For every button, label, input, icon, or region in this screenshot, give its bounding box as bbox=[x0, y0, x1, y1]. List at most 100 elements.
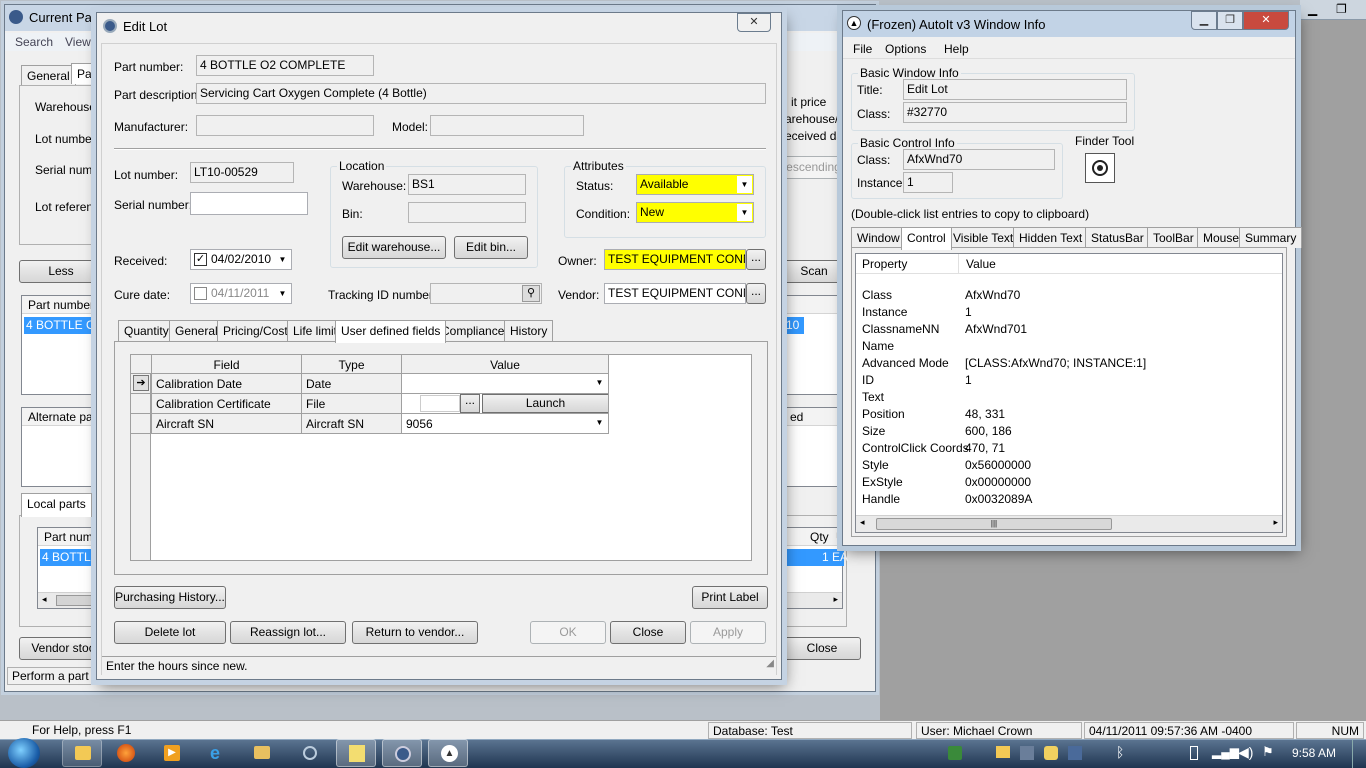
property-row[interactable]: Advanced Mode [CLASS:AfxWnd70; INSTANCE:1… bbox=[862, 356, 1282, 373]
tab-statusbar[interactable]: StatusBar bbox=[1085, 227, 1150, 248]
grid-header-type[interactable]: Type bbox=[301, 355, 401, 374]
serial-number-input[interactable] bbox=[190, 192, 308, 215]
scroll-thumb[interactable] bbox=[56, 595, 96, 606]
cure-date-checkbox[interactable] bbox=[194, 287, 207, 300]
property-row[interactable]: ExStyle 0x00000000 bbox=[862, 475, 1282, 492]
property-row[interactable]: Handle 0x0032089A bbox=[862, 492, 1282, 509]
scroll-thumb[interactable]: ||| bbox=[876, 518, 1112, 530]
grid-row[interactable]: Aircraft SN Aircraft SN 9056 ▼ bbox=[131, 414, 609, 434]
maximize-icon[interactable]: ❐ bbox=[1336, 2, 1347, 16]
cure-date-picker[interactable]: 04/11/2011 ▼ bbox=[190, 283, 292, 304]
property-row[interactable]: Class AfxWnd70 bbox=[862, 288, 1282, 305]
tab-local-parts[interactable]: Local parts bbox=[21, 493, 92, 517]
tab-pricing-cost[interactable]: Pricing/Cost bbox=[217, 320, 294, 341]
condition-select[interactable]: New ▼ bbox=[636, 202, 754, 223]
grid-header-value[interactable]: Value bbox=[401, 355, 609, 374]
reassign-lot-button[interactable]: Reassign lot... bbox=[230, 621, 346, 644]
value-column-header[interactable]: Value bbox=[966, 257, 996, 271]
chevron-down-icon[interactable]: ▼ bbox=[275, 285, 290, 302]
control-class-field[interactable]: AfxWnd70 bbox=[903, 149, 1055, 170]
grid-row[interactable]: Calibration Certificate File ... Launch bbox=[131, 394, 609, 414]
calibration-certificate-file[interactable]: ... Launch bbox=[401, 394, 609, 413]
tab-toolbar[interactable]: ToolBar bbox=[1147, 227, 1200, 248]
minimize-icon[interactable]: ▁ bbox=[1308, 2, 1317, 16]
taskbar-active-app-icon[interactable] bbox=[336, 739, 376, 767]
chevron-down-icon[interactable]: ▼ bbox=[737, 204, 752, 221]
status-select[interactable]: Available ▼ bbox=[636, 174, 754, 195]
tab-control[interactable]: Control bbox=[901, 227, 952, 250]
property-row[interactable]: Size 600, 186 bbox=[862, 424, 1282, 441]
chevron-down-icon[interactable]: ▼ bbox=[592, 414, 607, 431]
purchasing-history-button[interactable]: Purchasing History... bbox=[114, 586, 226, 609]
property-row[interactable]: Style 0x56000000 bbox=[862, 458, 1282, 475]
aircraft-sn-select[interactable]: 9056 ▼ bbox=[401, 414, 609, 433]
tab-user-defined-fields[interactable]: User defined fields bbox=[335, 320, 447, 343]
taskbar-ie-icon[interactable]: e bbox=[198, 739, 238, 767]
tab-mouse[interactable]: Mouse bbox=[1197, 227, 1246, 248]
return-to-vendor-button[interactable]: Return to vendor... bbox=[352, 621, 478, 644]
scroll-right-icon[interactable]: ▸ bbox=[833, 594, 838, 605]
alternate-parts-list-right[interactable]: ed bbox=[783, 407, 843, 487]
resize-grip-icon[interactable]: ◢ bbox=[766, 658, 774, 669]
menu-search[interactable]: Search bbox=[15, 35, 53, 49]
tab-quantity[interactable]: Quantity bbox=[118, 320, 175, 341]
descending-button[interactable]: escending bbox=[783, 156, 845, 179]
tray-notes-icon[interactable] bbox=[1044, 746, 1058, 760]
print-label-button[interactable]: Print Label bbox=[692, 586, 768, 609]
autoit-titlebar[interactable]: ▲ (Frozen) AutoIt v3 Window Info ▁ ❐ ✕ bbox=[843, 11, 1295, 37]
edit-lot-titlebar[interactable]: Edit Lot ✕ bbox=[97, 13, 781, 39]
taskbar-folder-icon[interactable] bbox=[242, 739, 282, 767]
scroll-right-icon[interactable]: ▸ bbox=[1273, 517, 1278, 528]
properties-scrollbar[interactable]: ◂ ||| ▸ bbox=[856, 515, 1282, 532]
tab-summary[interactable]: Summary bbox=[1239, 227, 1303, 248]
taskbar-explorer-icon[interactable] bbox=[62, 739, 102, 767]
alternate-parts-list[interactable]: Alternate part bbox=[21, 407, 103, 487]
edit-warehouse-button[interactable]: Edit warehouse... bbox=[342, 236, 446, 259]
menu-options[interactable]: Options bbox=[885, 42, 926, 56]
menu-view[interactable]: View bbox=[65, 35, 91, 49]
browse-file-button[interactable]: ... bbox=[460, 394, 480, 413]
parts-list-selected-row[interactable]: 4 BOTTLE O2 bbox=[24, 317, 102, 334]
maximize-icon[interactable]: ❐ bbox=[1217, 11, 1243, 30]
tab-general[interactable]: General bbox=[21, 65, 76, 86]
local-parts-selected-right[interactable]: 1 EA bbox=[784, 549, 848, 566]
vendor-lookup-button[interactable]: ... bbox=[746, 283, 766, 304]
scroll-left-icon[interactable]: ◂ bbox=[860, 517, 865, 528]
taskbar-clock[interactable]: 9:58 AM bbox=[1292, 746, 1336, 760]
grid-row[interactable]: ➔ Calibration Date Date ▼ bbox=[131, 374, 609, 394]
tray-network-app-icon[interactable] bbox=[1020, 746, 1034, 760]
parts-list[interactable]: Part number 4 BOTTLE O2 bbox=[21, 295, 103, 395]
owner-lookup-button[interactable]: ... bbox=[746, 249, 766, 270]
battery-icon[interactable] bbox=[1190, 746, 1198, 760]
magnifier-icon[interactable]: ⚲ bbox=[522, 285, 540, 302]
scroll-left-icon[interactable]: ◂ bbox=[42, 594, 47, 605]
apply-button[interactable]: Apply bbox=[690, 621, 766, 644]
qty-column-header[interactable]: Qty bbox=[810, 530, 829, 544]
start-button-icon[interactable] bbox=[8, 738, 40, 768]
close-icon[interactable]: ✕ bbox=[737, 13, 771, 32]
part-number-column-header[interactable]: Part number bbox=[22, 296, 102, 314]
received-checkbox[interactable]: ✓ bbox=[194, 253, 207, 266]
property-row[interactable]: ControlClick Coords 470, 71 bbox=[862, 441, 1282, 458]
less-button[interactable]: Less bbox=[19, 260, 103, 283]
instance-field[interactable]: 1 bbox=[903, 172, 953, 193]
alternate-part-column-header[interactable]: Alternate part bbox=[22, 408, 102, 426]
parts-list-right[interactable]: 10 bbox=[783, 295, 843, 395]
property-row[interactable]: ID 1 bbox=[862, 373, 1282, 390]
main-app-top-buttons[interactable]: ▁ ❐ bbox=[1300, 0, 1366, 20]
taskbar-app-icon[interactable] bbox=[290, 739, 330, 767]
class-value-field[interactable]: #32770 bbox=[903, 102, 1127, 123]
scan-button[interactable]: Scan bbox=[783, 260, 845, 283]
bg-close-button[interactable]: Close bbox=[783, 637, 861, 660]
received-date-picker[interactable]: ✓ 04/02/2010 ▼ bbox=[190, 249, 292, 270]
title-value-field[interactable]: Edit Lot bbox=[903, 79, 1127, 100]
signal-icon[interactable]: ▂▄▆ bbox=[1212, 745, 1239, 759]
tray-app-icon[interactable] bbox=[948, 746, 962, 760]
tab-visible-text[interactable]: Visible Text bbox=[947, 227, 1020, 248]
launch-button[interactable]: Launch bbox=[482, 394, 608, 413]
property-column-header[interactable]: Property bbox=[862, 257, 907, 271]
chevron-down-icon[interactable]: ▼ bbox=[275, 251, 290, 268]
tray-mail-icon[interactable] bbox=[996, 746, 1010, 758]
taskbar-media-icon[interactable]: ▶ bbox=[152, 739, 192, 767]
tab-general[interactable]: General bbox=[169, 320, 224, 341]
